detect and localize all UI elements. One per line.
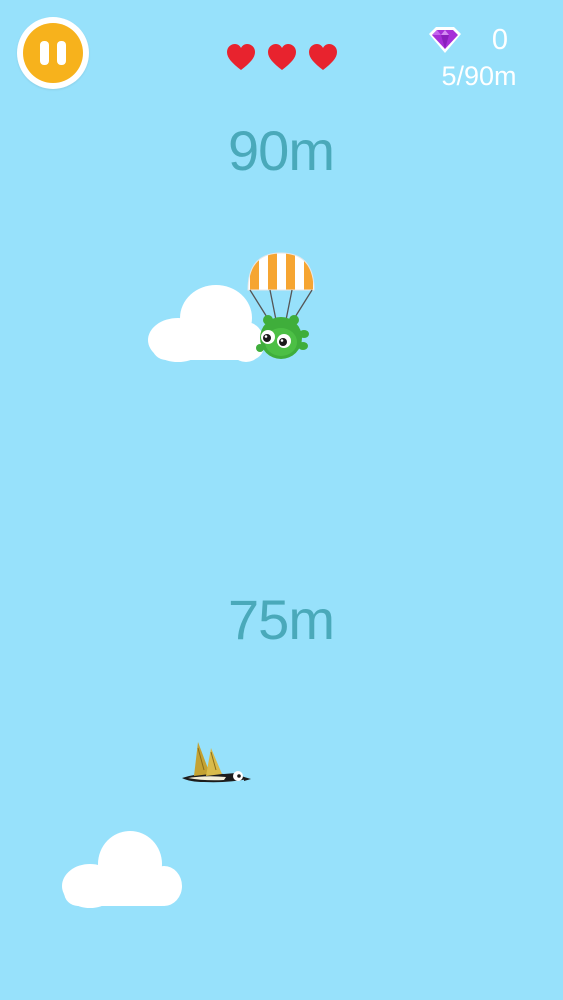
heart-icon [268,44,296,70]
altitude-marker: 75m [228,588,335,651]
cloud [62,831,182,908]
frog-icon [256,315,309,359]
heart-icon [309,44,337,70]
duck-enemy [182,742,251,783]
pause-icon [23,23,83,83]
pause-button[interactable] [17,17,89,89]
gem-icon [429,27,461,53]
altitude-marker: 90m [228,119,335,182]
distance-progress: 5/90m [441,61,517,91]
gem-count: 0 [491,24,509,56]
heart-icon [227,44,255,70]
lives-indicator [226,43,338,73]
game-stage[interactable]: 0 5/90m 90m 75m [0,0,563,1000]
parachute-icon [247,252,315,323]
frog-parachute-player [247,252,315,359]
